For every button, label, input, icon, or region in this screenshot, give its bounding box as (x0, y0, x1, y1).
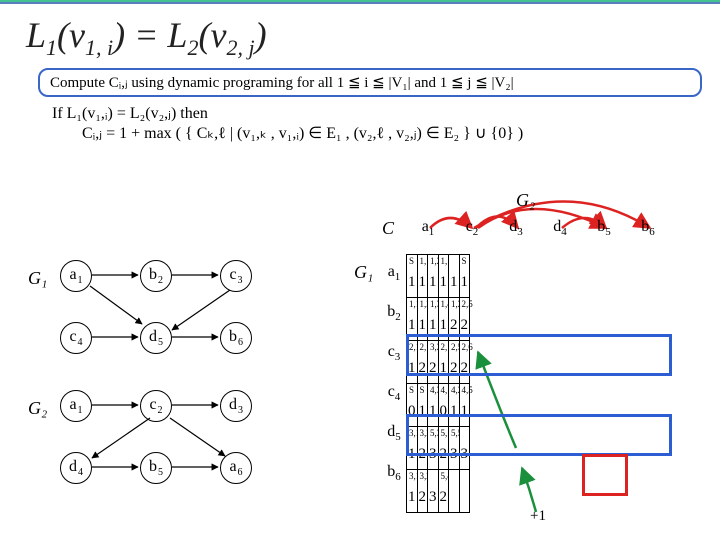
matrix-cell: S1 (459, 255, 470, 298)
matrix-cell: S1 (417, 384, 428, 427)
matrix-cell: 2,52 (449, 341, 460, 384)
col-b6: b6 (626, 218, 670, 238)
matrix-cell: 1,31 (428, 298, 439, 341)
if-text: If L₁(v₁,ᵢ) = L₂(v₂,ⱼ) then Cᵢ,ⱼ = 1 + m… (52, 104, 523, 144)
row-label: d5 (374, 423, 414, 443)
plus-one-annotation: +1 (530, 508, 546, 525)
matrix-cell: 1,22 (449, 298, 460, 341)
matrix-cell: 3 (428, 470, 439, 513)
row-label: b2 (374, 303, 414, 323)
matrix-cell: 5,53 (449, 427, 460, 470)
matrix-cell: 1,21 (417, 298, 428, 341)
g1-node-b2: b2 (140, 260, 172, 292)
g2-node-a6: a6 (220, 452, 252, 484)
slide: { "title": "L₁(v₁,ᵢ) = L₂(v₂,ⱼ)", "state… (0, 0, 720, 540)
g1-node-a1: a1 (60, 260, 92, 292)
matrix-cell: 1,21 (428, 255, 439, 298)
row-label: a1 (374, 263, 414, 283)
matrix-cell: 5,12 (438, 427, 449, 470)
matrix-cell (449, 470, 460, 513)
col-d3: d3 (494, 218, 538, 238)
matrix-cell: 4,51 (459, 384, 470, 427)
if-line1: If L₁(v₁,ᵢ) = L₂(v₂,ⱼ) then (52, 105, 208, 122)
col-b5: b5 (582, 218, 626, 238)
row-label: c4 (374, 383, 414, 403)
statement-text: Compute Cᵢ,ⱼ using dynamic programing fo… (50, 75, 514, 91)
matrix-cell: 3,22 (417, 427, 428, 470)
matrix-cell: 1,11 (438, 255, 449, 298)
g2-node-d4: d4 (60, 452, 92, 484)
matrix-cell: 2,52 (459, 298, 470, 341)
g2-label: G₂ (28, 398, 47, 419)
g1-node-b6: b6 (220, 322, 252, 354)
col-c2: c2 (450, 218, 494, 238)
matrix-cell: 4,10 (438, 384, 449, 427)
red-target-cell (582, 454, 628, 496)
col-a1: a1 (406, 218, 450, 238)
g1-label: G₁ (28, 268, 47, 289)
g2-node-d3: d3 (220, 390, 252, 422)
matrix-cell: 3,22 (417, 470, 428, 513)
g2-node-b5: b5 (140, 452, 172, 484)
accent-ribbon (0, 0, 720, 6)
c-label: C (382, 218, 394, 239)
matrix-cell: 3 (459, 427, 470, 470)
dp-matrix: S11,111,211,111S11,111,211,311,411,222,5… (406, 254, 470, 513)
matrix-cell: 2,11 (438, 341, 449, 384)
row-label: b6 (374, 463, 414, 483)
col-d4: d4 (538, 218, 582, 238)
matrix-cell: 3,22 (428, 341, 439, 384)
slide-title: L1(v1, i) = L2(v2, j) (26, 14, 267, 61)
g1-node-d5: d5 (140, 322, 172, 354)
g2-node-a1: a1 (60, 390, 92, 422)
matrix-cell: 1 (449, 255, 460, 298)
matrix-cell: 2,62 (459, 341, 470, 384)
matrix-cell: 1,41 (438, 298, 449, 341)
g2-top-label: G₂ (516, 190, 535, 211)
matrix-cell: 1,11 (417, 255, 428, 298)
g1-node-c4: c4 (60, 322, 92, 354)
statement-box: Compute Cᵢ,ⱼ using dynamic programing fo… (38, 68, 702, 97)
matrix-cell: 4,31 (428, 384, 439, 427)
matrix-cell: 5,33 (428, 427, 439, 470)
g2-node-c2: c2 (140, 390, 172, 422)
matrix-cell: 4,21 (449, 384, 460, 427)
matrix-cell: 2,12 (417, 341, 428, 384)
matrix-cell (459, 470, 470, 513)
matrix-cell: 5,42 (438, 470, 449, 513)
row-label: c3 (374, 343, 414, 363)
g1-node-c3: c3 (220, 260, 252, 292)
g1-side-label: G₁ (354, 262, 373, 283)
if-line2: Cᵢ,ⱼ = 1 + max ( { Cₖ,ℓ | (v₁,ₖ , v₁,ᵢ) … (52, 124, 523, 144)
